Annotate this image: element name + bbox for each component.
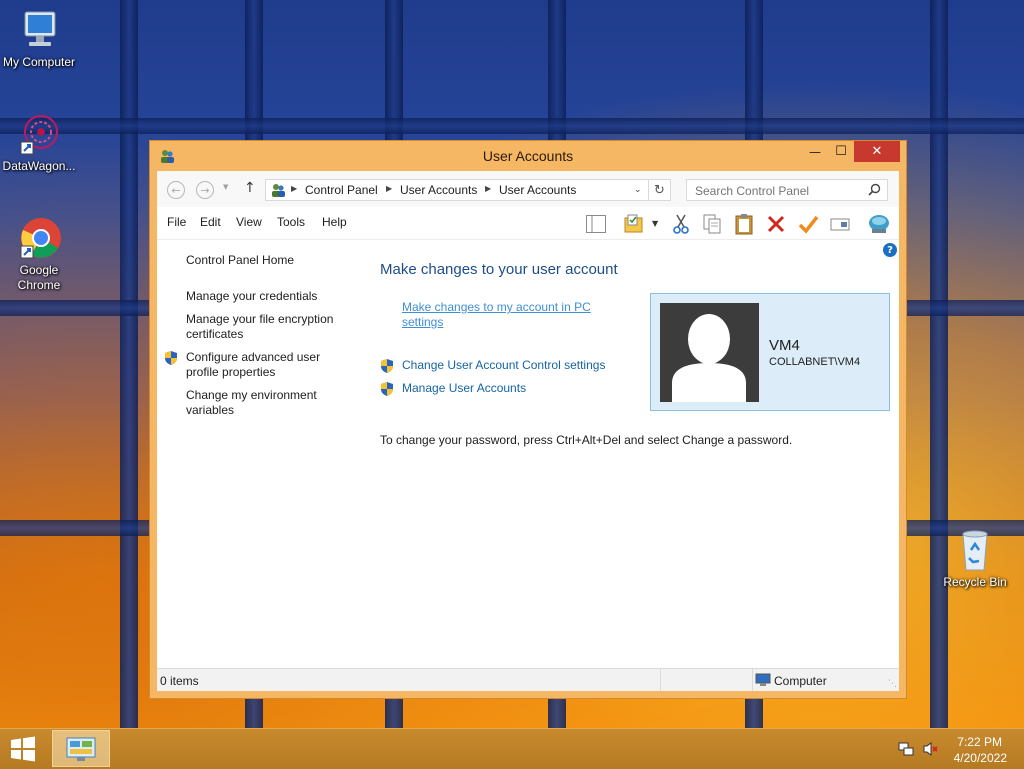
maximize-button[interactable]: ☐ bbox=[828, 141, 854, 162]
wallpaper-frame bbox=[930, 0, 948, 728]
properties-check-icon[interactable] bbox=[797, 213, 819, 235]
recent-pages-dropdown-icon[interactable]: ▼ bbox=[223, 183, 228, 191]
network-icon[interactable] bbox=[898, 741, 914, 760]
control-panel-home-link[interactable]: Control Panel Home bbox=[186, 253, 351, 268]
refresh-icon: ↻ bbox=[654, 182, 665, 198]
desktop-icon-recycle-bin[interactable]: Recycle Bin bbox=[936, 528, 1014, 590]
user-name: VM4 bbox=[769, 337, 800, 354]
up-arrow-icon[interactable]: ↑ bbox=[244, 180, 256, 196]
title-bar[interactable]: User Accounts — ☐ ✕ bbox=[150, 141, 906, 171]
cut-icon[interactable] bbox=[670, 213, 692, 235]
manage-user-accounts-link[interactable]: Manage User Accounts bbox=[402, 381, 526, 396]
address-bar[interactable]: ▶ Control Panel ▶ User Accounts ▶ User A… bbox=[265, 179, 649, 201]
network-globe-icon[interactable] bbox=[867, 213, 889, 235]
menu-edit[interactable]: Edit bbox=[200, 215, 221, 229]
start-button[interactable] bbox=[8, 735, 40, 765]
status-divider bbox=[660, 669, 661, 691]
uac-shield-icon bbox=[380, 358, 394, 374]
chevron-down-icon[interactable]: ⌄ bbox=[634, 185, 642, 195]
wallpaper-frame bbox=[0, 118, 1024, 134]
search-input[interactable] bbox=[693, 182, 867, 200]
file-encryption-certificates-link[interactable]: Manage your file encryption certificates bbox=[186, 312, 346, 342]
window-title: User Accounts bbox=[482, 148, 574, 164]
breadcrumb-separator-icon[interactable]: ▶ bbox=[386, 184, 392, 193]
status-divider bbox=[752, 669, 753, 691]
password-info-text: To change your password, press Ctrl+Alt+… bbox=[380, 433, 793, 447]
pc-settings-link[interactable]: Make changes to my account in PC setting… bbox=[402, 300, 602, 330]
folder-options-icon[interactable] bbox=[623, 213, 645, 235]
breadcrumb-separator-icon[interactable]: ▶ bbox=[291, 184, 297, 193]
menu-tools[interactable]: Tools bbox=[277, 215, 305, 229]
user-accounts-window: User Accounts — ☐ ✕ ← → ▼ ↑ ▶ Control Pa… bbox=[149, 140, 907, 699]
avatar bbox=[660, 303, 759, 402]
copy-icon[interactable] bbox=[701, 213, 723, 235]
navigation-bar: ← → ▼ ↑ ▶ Control Panel ▶ User Accounts … bbox=[157, 171, 899, 207]
arrow-right-icon: → bbox=[200, 183, 210, 197]
close-icon: ✕ bbox=[871, 144, 883, 159]
clock-time[interactable]: 7:22 PM bbox=[957, 735, 1002, 749]
layout-icon[interactable] bbox=[585, 213, 607, 235]
advanced-profile-properties-link[interactable]: Configure advanced user profile properti… bbox=[186, 350, 336, 380]
menu-file[interactable]: File bbox=[167, 215, 186, 229]
menu-help[interactable]: Help bbox=[322, 215, 347, 229]
maximize-icon: ☐ bbox=[835, 144, 847, 159]
chrome-icon bbox=[17, 216, 61, 260]
uac-shield-icon bbox=[164, 350, 178, 366]
taskbar: 7:22 PM 4/20/2022 bbox=[0, 728, 1024, 769]
minimize-button[interactable]: — bbox=[802, 141, 828, 162]
wallpaper-frame bbox=[120, 0, 138, 728]
desktop-icon-label: DataWagon... bbox=[2, 159, 76, 173]
control-panel-icon bbox=[65, 736, 97, 765]
delete-icon[interactable] bbox=[765, 213, 787, 235]
breadcrumb-separator-icon[interactable]: ▶ bbox=[485, 184, 491, 193]
breadcrumb-control-panel[interactable]: Control Panel bbox=[305, 183, 378, 197]
forward-button[interactable]: → bbox=[196, 181, 214, 199]
desktop-icon-datawagon[interactable]: DataWagon... bbox=[0, 112, 78, 174]
desktop-icon-chrome[interactable]: Google Chrome bbox=[0, 216, 78, 293]
minimize-icon: — bbox=[809, 144, 821, 159]
arrow-left-icon: ← bbox=[171, 183, 181, 197]
desktop-icon-label: Recycle Bin bbox=[943, 575, 1007, 589]
menu-view[interactable]: View bbox=[236, 215, 262, 229]
chevron-down-icon[interactable]: ▼ bbox=[652, 219, 658, 228]
status-location: Computer bbox=[774, 674, 827, 688]
status-bar: 0 items Computer ⋱ bbox=[157, 668, 899, 691]
uac-settings-link[interactable]: Change User Account Control settings bbox=[402, 358, 605, 373]
desktop-icon-my-computer[interactable]: My Computer bbox=[0, 8, 78, 70]
computer-icon bbox=[755, 673, 771, 690]
back-button[interactable]: ← bbox=[167, 181, 185, 199]
refresh-button[interactable]: ↻ bbox=[649, 179, 671, 201]
desktop-icon-label: Google Chrome bbox=[17, 263, 61, 292]
desktop-icon-label: My Computer bbox=[2, 55, 76, 69]
search-icon[interactable] bbox=[868, 183, 881, 199]
clock-date[interactable]: 4/20/2022 bbox=[954, 751, 1007, 765]
menu-bar: File Edit View Tools Help ▼ ? bbox=[157, 207, 899, 257]
speaker-muted-icon[interactable] bbox=[922, 741, 940, 760]
control-panel-icon bbox=[270, 182, 286, 201]
taskbar-item-control-panel[interactable] bbox=[52, 730, 110, 767]
breadcrumb-user-accounts[interactable]: User Accounts bbox=[400, 183, 477, 197]
windows-logo-icon bbox=[11, 736, 35, 762]
page-title: Make changes to your user account bbox=[380, 261, 618, 278]
help-icon[interactable]: ? bbox=[883, 243, 897, 257]
computer-icon bbox=[17, 8, 61, 52]
datawagon-icon bbox=[17, 112, 61, 156]
close-button[interactable]: ✕ bbox=[854, 141, 900, 162]
user-account-card: VM4 COLLABNET\VM4 bbox=[650, 293, 890, 411]
rename-icon[interactable] bbox=[829, 213, 851, 235]
window-client-area: ← → ▼ ↑ ▶ Control Panel ▶ User Accounts … bbox=[157, 171, 899, 691]
resize-grip-icon[interactable]: ⋱ bbox=[888, 679, 897, 689]
user-domain: COLLABNET\VM4 bbox=[769, 356, 861, 368]
status-item-count: 0 items bbox=[160, 674, 199, 688]
recycle-bin-icon bbox=[953, 528, 997, 572]
search-box[interactable] bbox=[686, 179, 888, 201]
uac-shield-icon bbox=[380, 381, 394, 397]
environment-variables-link[interactable]: Change my environment variables bbox=[186, 388, 336, 418]
breadcrumb-user-accounts-current[interactable]: User Accounts bbox=[499, 183, 576, 197]
manage-credentials-link[interactable]: Manage your credentials bbox=[186, 289, 351, 304]
paste-icon[interactable] bbox=[733, 213, 755, 235]
